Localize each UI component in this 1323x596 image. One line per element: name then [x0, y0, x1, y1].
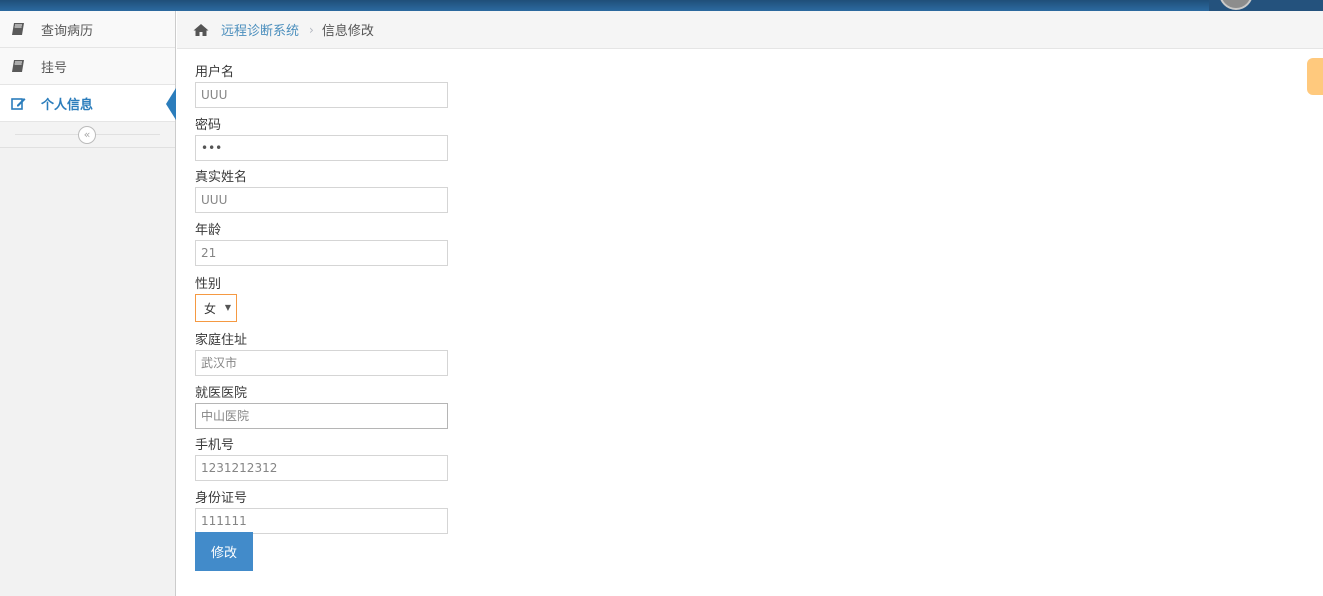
password-input[interactable]: ••• [195, 134, 448, 161]
address-field: 家庭住址 武汉市 [195, 332, 455, 385]
username-field: 用户名 UUU [195, 64, 455, 117]
gender-selected-value: 女 [204, 301, 217, 316]
breadcrumb: 远程诊断系统 › 信息修改 [177, 11, 1323, 49]
gender-field: 性别 女 ▼ [195, 276, 455, 332]
gender-label: 性别 [195, 277, 222, 292]
sidebar-collapse-bar: « [0, 122, 175, 148]
phone-label: 手机号 [195, 438, 235, 453]
submit-button[interactable]: 修改 [195, 532, 253, 571]
sidebar-item-medical-records[interactable]: 查询病历 [0, 11, 175, 48]
sidebar-item-personal-info[interactable]: 个人信息 [0, 85, 176, 122]
sidebar-item-registration[interactable]: 挂号 [0, 48, 175, 85]
sidebar-item-label: 个人信息 [41, 97, 94, 113]
hospital-label: 就医医院 [195, 385, 248, 401]
sidebar-item-label: 查询病历 [41, 23, 94, 39]
gender-select[interactable]: 女 ▼ [195, 294, 237, 322]
book-icon [11, 59, 27, 73]
username-input[interactable]: UUU [195, 82, 448, 108]
settings-toggle-tab[interactable] [1307, 58, 1323, 95]
chevron-down-icon: ▼ [224, 303, 231, 312]
breadcrumb-separator: › [309, 22, 314, 37]
top-navbar [0, 0, 1323, 11]
address-label: 家庭住址 [195, 333, 248, 348]
password-field: 密码 ••• [195, 117, 455, 170]
username-label: 用户名 [195, 65, 235, 80]
sidebar: 查询病历 挂号 个人信息 « [0, 11, 176, 596]
realname-input[interactable]: UUU [195, 187, 448, 213]
age-field: 年龄 21 [195, 222, 455, 275]
phone-field: 手机号 1231212312 [195, 437, 455, 490]
sidebar-item-label: 挂号 [41, 60, 68, 76]
realname-label: 真实姓名 [195, 170, 248, 185]
breadcrumb-home-link[interactable]: 远程诊断系统 [221, 20, 299, 39]
hospital-input[interactable]: 中山医院 [195, 402, 448, 429]
password-label: 密码 [195, 117, 222, 133]
edit-icon [11, 96, 27, 110]
phone-input[interactable]: 1231212312 [195, 455, 448, 481]
realname-field: 真实姓名 UUU [195, 169, 455, 222]
breadcrumb-current: 信息修改 [321, 24, 374, 39]
age-input[interactable]: 21 [195, 239, 448, 266]
idcard-label: 身份证号 [195, 490, 248, 506]
address-input[interactable]: 武汉市 [195, 350, 448, 376]
idcard-input[interactable]: 111111 [195, 507, 448, 534]
profile-form: 用户名 UUU 密码 ••• 真实姓名 UUU 年龄 21 性别 女 ▼ 家庭住… [195, 64, 455, 542]
collapse-icon[interactable]: « [78, 126, 96, 144]
book-icon [11, 22, 27, 36]
home-icon[interactable] [193, 23, 209, 37]
age-label: 年龄 [195, 222, 222, 238]
hospital-field: 就医医院 中山医院 [195, 385, 455, 438]
